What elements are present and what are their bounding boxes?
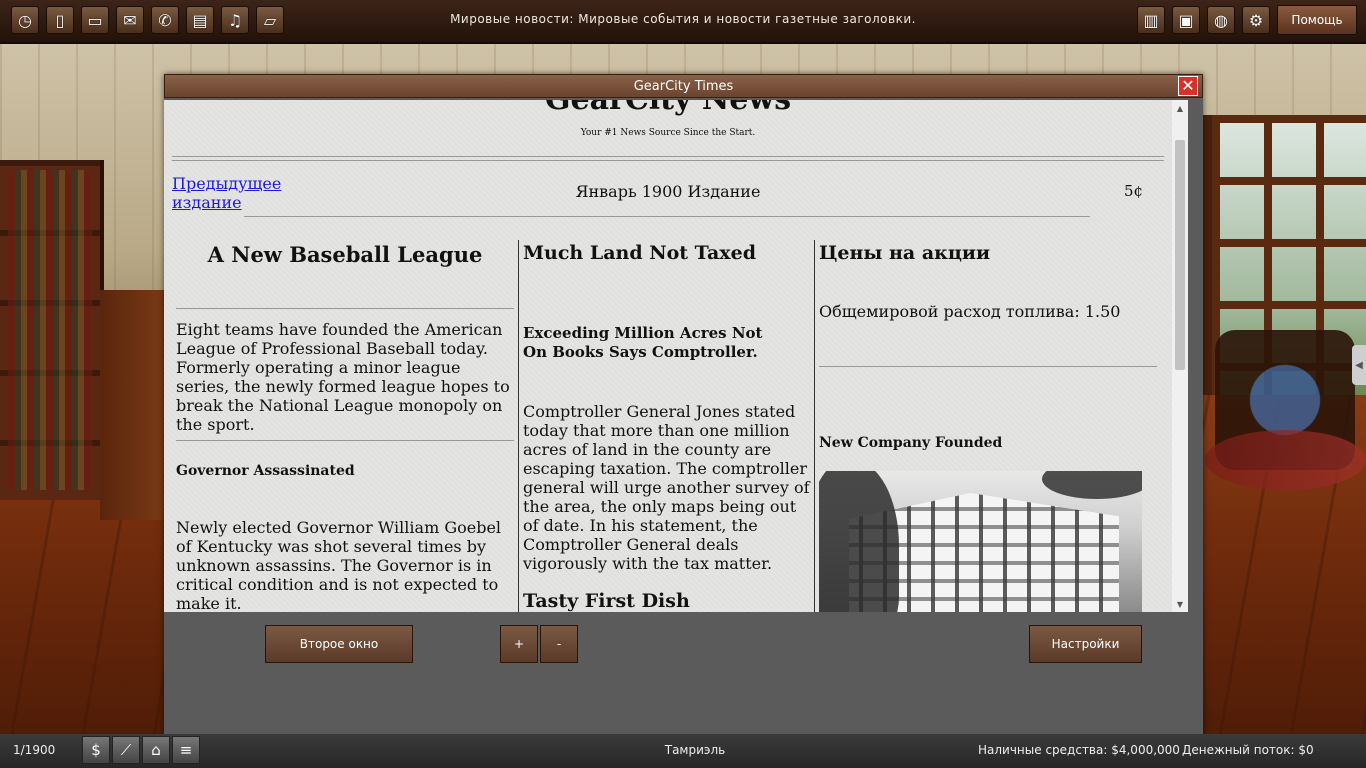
divider (819, 366, 1157, 367)
building-photo (819, 471, 1142, 612)
divider (176, 440, 514, 441)
headline-stock-prices: Цены на акции (819, 242, 991, 264)
clock-icon[interactable]: ◷ (11, 6, 39, 34)
settings-button[interactable]: Настройки (1029, 625, 1142, 663)
mail-icon[interactable]: ✉ (116, 6, 144, 34)
window-title: GearCity Times (633, 78, 734, 94)
globe-icon[interactable]: ◍ (1207, 6, 1235, 34)
second-window-button[interactable]: Второе окно (265, 625, 413, 663)
help-button[interactable]: Помощь (1277, 5, 1357, 35)
column-1: A New Baseball League Eight teams have f… (176, 240, 514, 612)
close-button[interactable]: ✕ (1178, 76, 1198, 96)
tree-shape (1042, 471, 1142, 499)
sewing-machine-icon[interactable]: ▱ (256, 6, 284, 34)
news-window: GearCity Times ✕ GearCity News Your #1 N… (164, 74, 1203, 734)
bottom-status-bar: 1/1900 $ ⟋ ⌂ ≡ Тамриэль Наличные средств… (0, 734, 1366, 768)
window-titlebar[interactable]: GearCity Times (164, 74, 1203, 98)
column-divider (518, 240, 519, 612)
scroll-thumb[interactable] (1175, 140, 1185, 370)
safe-icon[interactable]: ▣ (1172, 6, 1200, 34)
filing-cabinet-icon[interactable]: ▥ (1137, 6, 1165, 34)
cashflow-readout: Денежный поток: $0 (1182, 743, 1314, 757)
newspaper-tagline: Your #1 News Source Since the Start. (580, 128, 756, 138)
gear-icon[interactable]: ⚙ (1242, 6, 1270, 34)
subhead-land-tax: Exceeding Million Acres Not On Books Say… (523, 324, 763, 361)
story-baseball: Eight teams have founded the American Le… (176, 320, 510, 434)
zoom-out-button[interactable]: - (540, 625, 578, 663)
fuel-consumption: Общемировой расход топлива: 1.50 (819, 302, 1121, 321)
rug (1205, 430, 1366, 490)
newspaper-page[interactable]: GearCity News Your #1 News Source Since … (164, 100, 1172, 612)
divider (244, 216, 1090, 217)
divider (176, 308, 514, 309)
headline-land-tax: Much Land Not Taxed (523, 242, 756, 264)
scroll-up-icon[interactable]: ▲ (1172, 100, 1188, 116)
cash-readout: Наличные средства: $4,000,000 (978, 743, 1180, 757)
bookshelf (0, 160, 104, 500)
headline-governor: Governor Assassinated (176, 463, 355, 479)
side-panel-tab[interactable]: ◀ (1352, 345, 1366, 385)
vertical-scrollbar[interactable]: ▲ ▼ (1172, 100, 1188, 612)
document-icon[interactable]: ▯ (46, 6, 74, 34)
divider (172, 156, 1164, 157)
phone-icon[interactable]: ✆ (151, 6, 179, 34)
column-2: Much Land Not Taxed Exceeding Million Ac… (523, 240, 813, 612)
newspaper-masthead: GearCity News (164, 100, 1172, 117)
edition-date: Январь 1900 Издание (575, 182, 761, 201)
divider (172, 160, 1164, 161)
book-icon[interactable]: ▤ (186, 6, 214, 34)
story-land-tax: Comptroller General Jones stated today t… (523, 402, 810, 573)
zoom-in-button[interactable]: + (500, 625, 538, 663)
music-icon[interactable]: ♫ (221, 6, 249, 34)
tree-shape (819, 471, 899, 612)
computer-icon[interactable]: ▭ (81, 6, 109, 34)
headline-new-company: New Company Founded (819, 435, 1003, 451)
newspaper-price: 5¢ (1124, 182, 1144, 200)
story-governor: Newly elected Governor William Goebel of… (176, 518, 502, 612)
wood-panel (100, 290, 164, 520)
headline-tasty-dish: Tasty First Dish (523, 590, 690, 612)
top-toolbar: ◷ ▯ ▭ ✉ ✆ ▤ ♫ ▱ Мировые новости: Мировые… (0, 0, 1366, 44)
news-ticker: Мировые новости: Мировые события и новос… (450, 12, 916, 26)
column-divider (814, 240, 815, 612)
scroll-down-icon[interactable]: ▼ (1172, 596, 1188, 612)
headline-baseball: A New Baseball League (207, 242, 483, 267)
